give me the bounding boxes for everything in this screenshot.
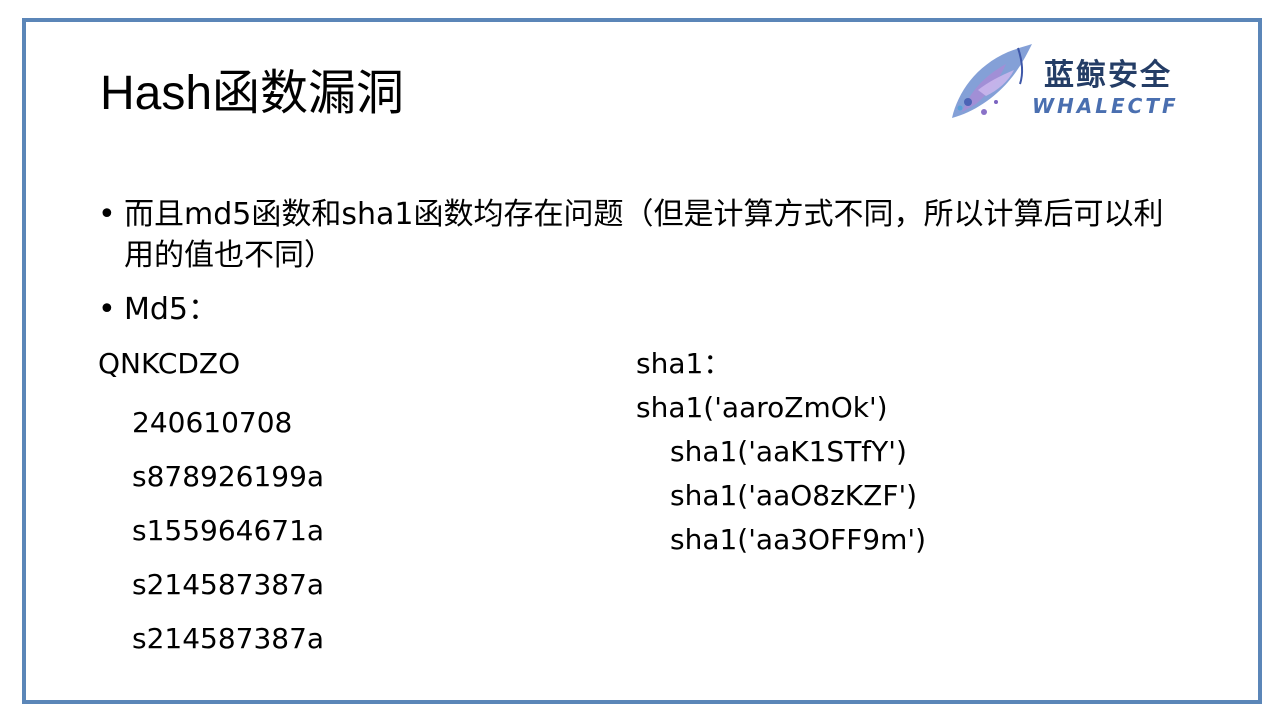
sha1-value: sha1('aaO8zKZF') xyxy=(670,479,918,512)
bullet-marker: • xyxy=(98,197,116,232)
bullet-item: • 而且md5函数和sha1函数均存在问题（但是计算方式不同，所以计算后可以利用… xyxy=(98,194,1178,276)
bullet-text: Md5： xyxy=(124,292,219,327)
md5-value: s155964671a xyxy=(132,514,325,547)
logo-name-en: WHALECTF xyxy=(1032,94,1179,118)
whalectf-logo: 蓝鲸安全 WHALECTF xyxy=(948,42,1238,122)
bullet-marker: • xyxy=(98,292,116,327)
bullet-item: • Md5： xyxy=(98,289,1178,330)
bullet-text: 而且md5函数和sha1函数均存在问题（但是计算方式不同，所以计算后可以利用的值… xyxy=(124,197,1164,273)
md5-value: s214587387a xyxy=(132,622,325,655)
slide: Hash函数漏洞 蓝鲸安全 WHALECTF • 而且md5函数和sha1函数均… xyxy=(22,18,1262,704)
sha1-column: sha1： sha1('aaroZmOk') sha1('aaK1STfY') … xyxy=(636,342,926,562)
md5-value: 240610708 xyxy=(132,406,293,439)
sha1-heading: sha1： xyxy=(636,347,732,380)
bullet-list: • 而且md5函数和sha1函数均存在问题（但是计算方式不同，所以计算后可以利用… xyxy=(98,194,1178,343)
sha1-value: sha1('aa3OFF9m') xyxy=(670,523,927,556)
md5-value-list: 240610708 s878926199a s155964671a s21458… xyxy=(132,396,324,666)
sha1-first-value: sha1('aaroZmOk') xyxy=(636,391,888,424)
slide-title: Hash函数漏洞 xyxy=(100,67,405,120)
sha1-value: sha1('aaK1STfY') xyxy=(670,435,907,468)
whale-icon xyxy=(952,44,1032,118)
md5-heading: QNKCDZO xyxy=(98,347,241,380)
sha1-value-list: sha1('aaK1STfY') sha1('aaO8zKZF') sha1('… xyxy=(636,430,926,562)
md5-value: s878926199a xyxy=(132,460,325,493)
md5-value: s214587387a xyxy=(132,568,325,601)
logo-name-cn: 蓝鲸安全 xyxy=(1044,58,1172,93)
